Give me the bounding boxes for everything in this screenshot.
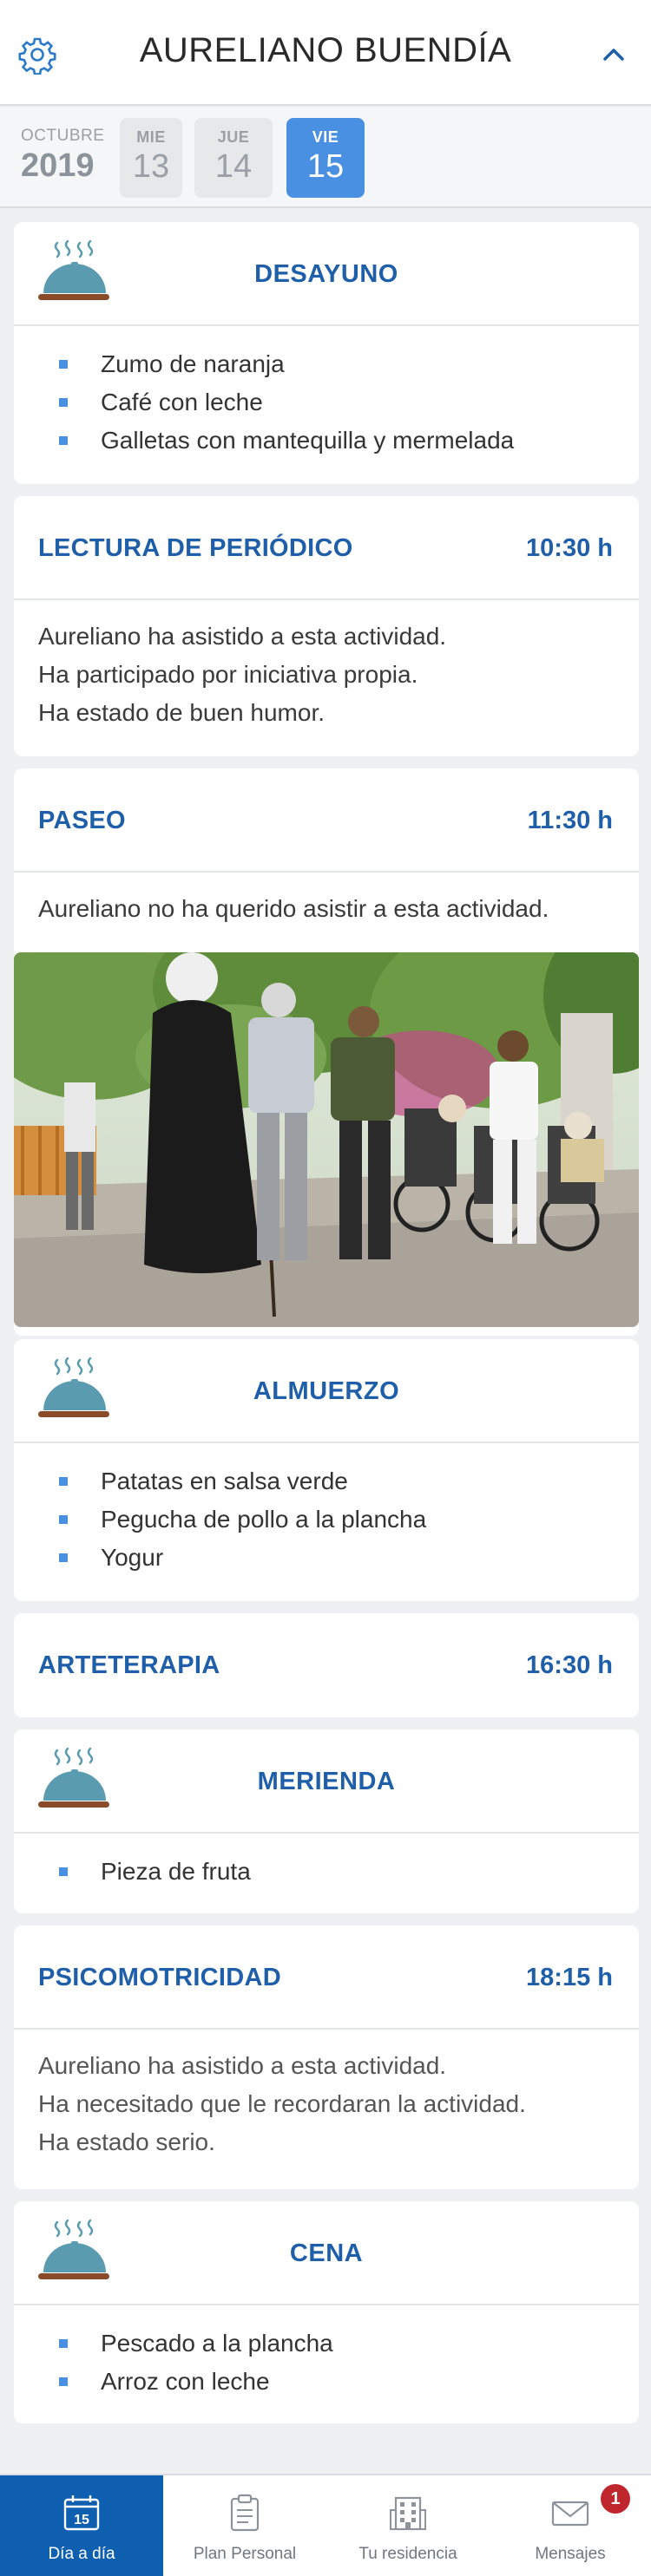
menu-list: Zumo de naranja Café con leche Galletas … <box>14 326 639 477</box>
activity-card-lectura: LECTURA DE PERIÓDICO 10:30 h Aureliano h… <box>14 496 639 756</box>
chevron-up-icon[interactable] <box>599 42 628 68</box>
meal-card-merienda: MERIENDA Pieza de fruta <box>14 1729 639 1913</box>
tab-mensajes[interactable]: Mensajes 1 <box>490 2475 651 2576</box>
day-number: 13 <box>132 148 170 185</box>
card-header: DESAYUNO <box>14 222 639 326</box>
app-header: AURELIANO BUENDÍA <box>0 0 651 106</box>
building-icon <box>390 2496 426 2531</box>
meal-title: MERIENDA <box>257 1768 396 1795</box>
note-line: Aureliano ha asistido a esta actividad. <box>38 623 447 650</box>
day-mie[interactable]: MIE 13 <box>120 118 182 198</box>
menu-list: Patatas en salsa verde Pegucha de pollo … <box>14 1443 639 1594</box>
day-name: JUE <box>217 128 250 146</box>
day-number: 15 <box>306 148 345 185</box>
month-label: OCTUBRE <box>21 127 105 145</box>
note-line: Ha estado de buen humor. <box>38 699 326 726</box>
tab-tu-residencia[interactable]: Tu residencia <box>326 2475 490 2576</box>
bottom-tab-bar: 15 Día a día Plan Personal Tu residencia <box>0 2474 651 2576</box>
list-item: Pieza de fruta <box>14 1853 639 1891</box>
resident-name: AURELIANO BUENDÍA <box>139 31 512 69</box>
calendar-icon: 15 <box>63 2495 100 2531</box>
list-item: Pescado a la plancha <box>14 2324 639 2363</box>
activity-card-psicomotricidad: PSICOMOTRICIDAD 18:15 h Aureliano ha asi… <box>14 1925 639 2189</box>
date-selector: OCTUBRE 2019 MIE 13 JUE 14 VIE 15 <box>0 108 651 208</box>
gear-icon[interactable] <box>17 35 57 75</box>
activity-card-arteterapia: ARTETERAPIA 16:30 h <box>14 1613 639 1717</box>
activity-time: 11:30 h <box>527 807 613 834</box>
activity-notes: Aureliano no ha querido asistir a esta a… <box>14 873 639 944</box>
tab-label: Mensajes <box>535 2545 606 2563</box>
list-item: Pegucha de pollo a la plancha <box>14 1500 639 1539</box>
day-number: 14 <box>214 148 253 185</box>
note-line: Ha estado serio. <box>38 2128 215 2155</box>
activity-title: PSICOMOTRICIDAD <box>38 1964 281 1991</box>
card-header: ARTETERAPIA 16:30 h <box>14 1613 639 1717</box>
activity-photo[interactable] <box>14 952 639 1327</box>
note-line: Ha participado por iniciativa propia. <box>38 661 418 688</box>
menu-list: Pieza de fruta <box>14 1834 639 1908</box>
day-vie-selected[interactable]: VIE 15 <box>286 118 365 198</box>
activity-time: 16:30 h <box>526 1651 613 1679</box>
meal-card-cena: CENA Pescado a la plancha Arroz con lech… <box>14 2201 639 2423</box>
activity-title: LECTURA DE PERIÓDICO <box>38 534 353 562</box>
unread-badge: 1 <box>601 2484 630 2514</box>
card-header: MERIENDA <box>14 1729 639 1834</box>
list-item: Zumo de naranja <box>14 345 639 383</box>
meal-title: CENA <box>289 2239 364 2267</box>
activity-time: 10:30 h <box>526 534 613 562</box>
activity-title: PASEO <box>38 807 126 834</box>
meal-title: DESAYUNO <box>254 260 398 288</box>
card-header: CENA <box>14 2201 639 2305</box>
clipboard-icon <box>230 2494 260 2532</box>
year-label: 2019 <box>21 147 95 184</box>
tab-label: Tu residencia <box>358 2545 457 2563</box>
day-name: VIE <box>312 128 339 146</box>
envelope-icon <box>551 2501 589 2527</box>
meal-title: ALMUERZO <box>253 1377 400 1405</box>
calendar-icon-date: 15 <box>74 2513 89 2527</box>
list-item: Patatas en salsa verde <box>14 1462 639 1500</box>
list-item: Café con leche <box>14 383 639 422</box>
list-item: Galletas con mantequilla y mermelada <box>14 422 639 460</box>
card-header: LECTURA DE PERIÓDICO 10:30 h <box>14 496 639 600</box>
card-header: PSICOMOTRICIDAD 18:15 h <box>14 1925 639 2030</box>
tab-label: Día a día <box>48 2545 115 2563</box>
meal-card-almuerzo: ALMUERZO Patatas en salsa verde Pegucha … <box>14 1339 639 1601</box>
tab-plan-personal[interactable]: Plan Personal <box>163 2475 326 2576</box>
note-line: Ha necesitado que le recordaran la activ… <box>38 2090 526 2117</box>
menu-list: Pescado a la plancha Arroz con leche <box>14 2305 639 2418</box>
activity-notes: Aureliano ha asistido a esta actividad. … <box>14 2030 639 2177</box>
card-header: ALMUERZO <box>14 1339 639 1443</box>
note-line: Aureliano no ha querido asistir a esta a… <box>38 895 549 922</box>
meal-card-desayuno: DESAYUNO Zumo de naranja Café con leche … <box>14 222 639 484</box>
photo-illustration <box>14 952 639 1327</box>
activity-title: ARTETERAPIA <box>38 1651 220 1679</box>
day-jue[interactable]: JUE 14 <box>194 118 273 198</box>
note-line: Aureliano ha asistido a esta actividad. <box>38 2052 447 2079</box>
activity-time: 18:15 h <box>526 1964 613 1991</box>
list-item: Yogur <box>14 1539 639 1577</box>
tab-label: Plan Personal <box>193 2545 297 2563</box>
activity-notes: Aureliano ha asistido a esta actividad. … <box>14 600 639 748</box>
tab-dia-a-dia[interactable]: 15 Día a día <box>0 2475 163 2576</box>
card-header: PASEO 11:30 h <box>14 768 639 873</box>
list-item: Arroz con leche <box>14 2363 639 2401</box>
day-name: MIE <box>136 128 166 146</box>
